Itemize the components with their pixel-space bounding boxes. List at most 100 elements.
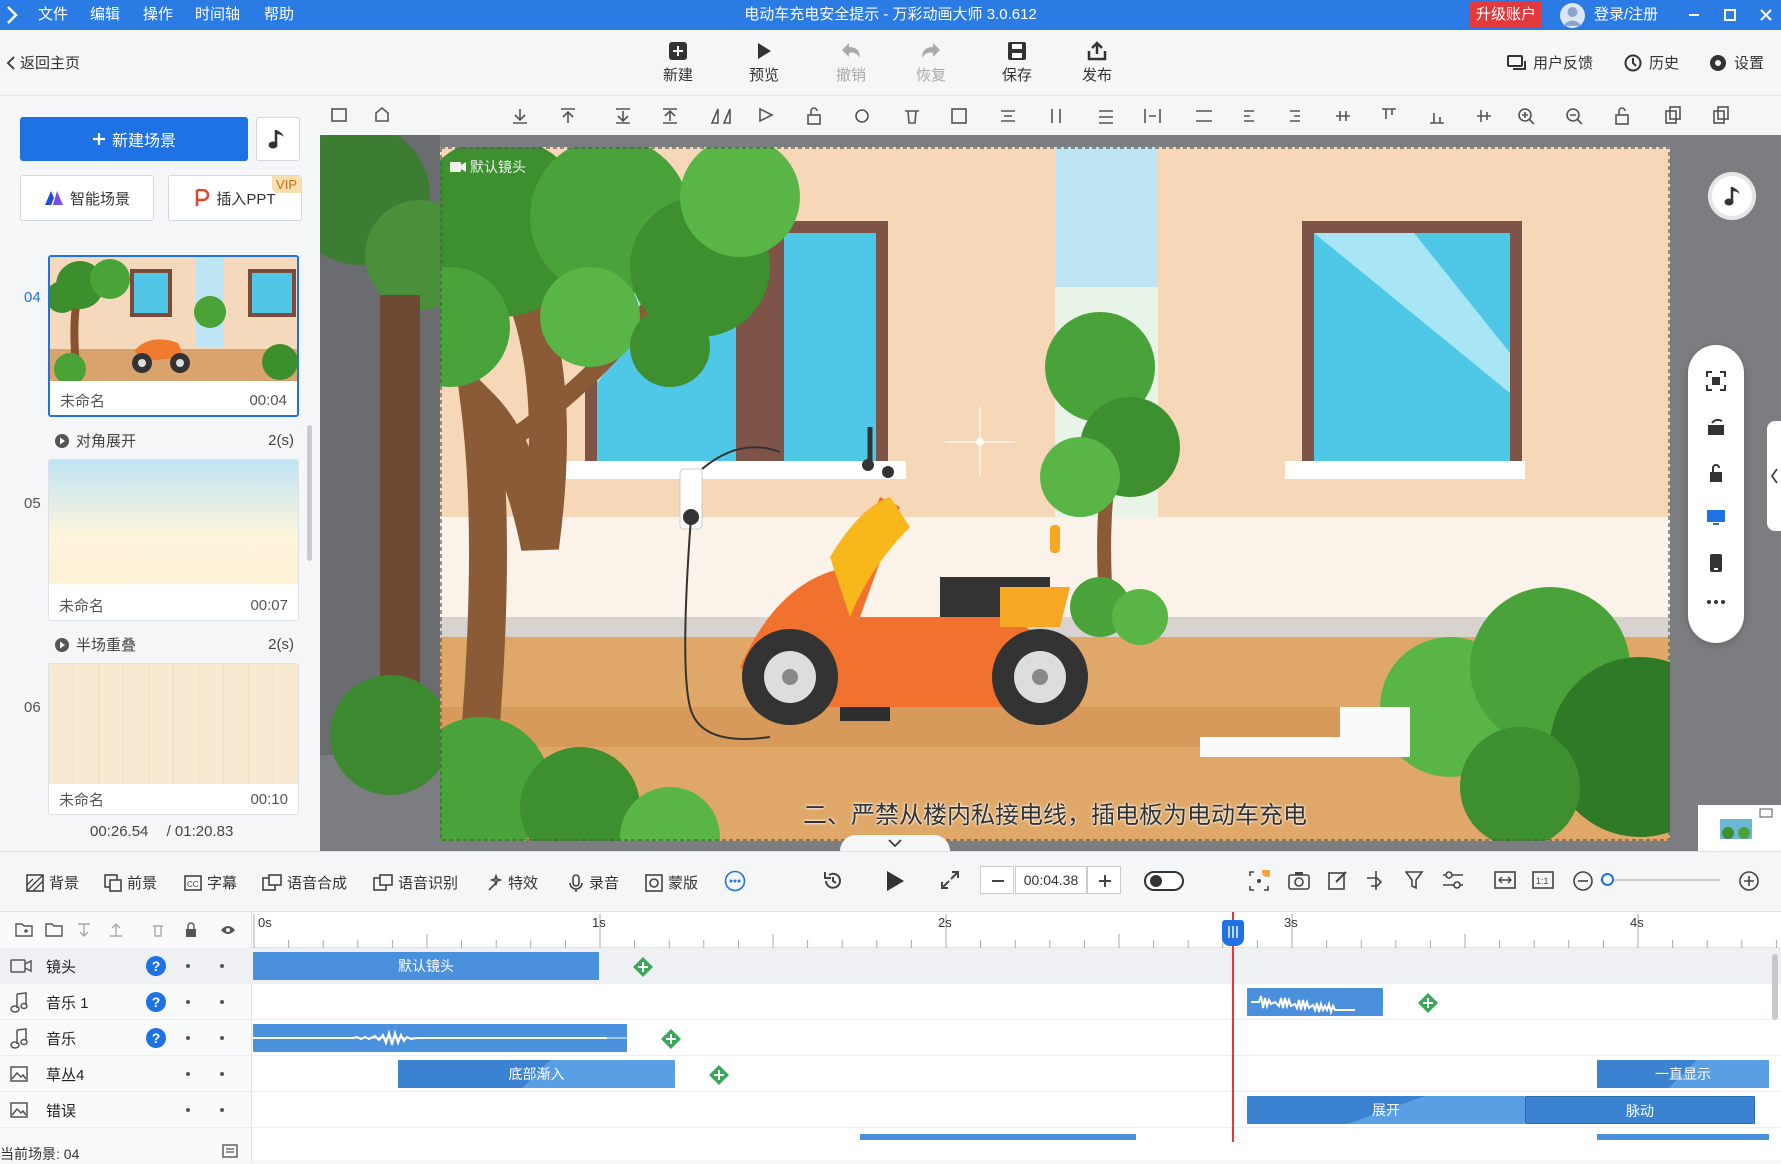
scene-subtitle[interactable]: 二、严禁从楼内私接电线，插电板为电动车充电 xyxy=(440,795,1670,830)
minimize-button[interactable] xyxy=(1676,0,1712,30)
zoom-slider[interactable] xyxy=(1600,879,1720,881)
track-row-music[interactable]: 音乐 ? xyxy=(0,1020,1781,1056)
timeline-clip-partial[interactable] xyxy=(860,1134,1136,1140)
menu-timeline[interactable]: 时间轴 xyxy=(195,0,240,30)
undo-button[interactable]: 撤销 xyxy=(823,38,879,85)
rotate-icon[interactable] xyxy=(1706,417,1726,437)
track-dot[interactable] xyxy=(186,1036,190,1040)
zoom-slider-handle[interactable] xyxy=(1601,873,1614,886)
grouping-icon[interactable] xyxy=(1248,870,1270,892)
foreground-button[interactable]: 前景 xyxy=(104,872,157,893)
new-button[interactable]: 新建 xyxy=(650,38,706,85)
timeline-clip[interactable]: 底部渐入 xyxy=(398,1060,675,1088)
insert-ppt-button[interactable]: 插入PPT VIP xyxy=(168,175,302,221)
track-row-grass4[interactable]: 草丛4 底部渐入 一直显示 xyxy=(0,1056,1781,1092)
scene-stage[interactable]: 默认镜头 二、严禁从楼内私接电线，插电板为电动车充电 xyxy=(440,147,1670,841)
time-decrease-button[interactable] xyxy=(980,866,1014,894)
more-icon[interactable] xyxy=(1706,599,1726,605)
track-dot[interactable] xyxy=(220,1108,224,1112)
menu-edit[interactable]: 编辑 xyxy=(90,0,120,30)
replay-icon[interactable] xyxy=(822,870,844,892)
menu-file[interactable]: 文件 xyxy=(38,0,68,30)
zoom-out-icon[interactable] xyxy=(1572,870,1594,892)
track-dot[interactable] xyxy=(220,964,224,968)
smart-scene-button[interactable]: 智能场景 xyxy=(20,175,154,221)
track-dot[interactable] xyxy=(186,1108,190,1112)
help-icon[interactable]: ? xyxy=(146,956,166,976)
background-music-button[interactable] xyxy=(1708,172,1756,220)
login-register-link[interactable]: 登录/注册 xyxy=(1594,0,1658,30)
timeline-clip-partial[interactable] xyxy=(1597,1134,1769,1140)
lock-icon[interactable] xyxy=(1706,463,1726,483)
track-row-camera[interactable]: 镜头 ? 默认镜头 xyxy=(0,948,1781,984)
collapse-timeline-button[interactable] xyxy=(840,835,950,851)
audio-clip[interactable] xyxy=(253,1024,627,1052)
track-dot[interactable] xyxy=(220,1000,224,1004)
new-scene-button[interactable]: 新建场景 xyxy=(20,117,248,161)
fit-screen-icon[interactable] xyxy=(1706,371,1726,391)
menu-operate[interactable]: 操作 xyxy=(143,0,173,30)
add-keyframe-icon[interactable] xyxy=(1417,992,1439,1014)
scene-card-05[interactable]: 未命名 00:07 xyxy=(48,459,299,621)
timeline-clip[interactable]: 默认镜头 xyxy=(253,952,599,980)
add-keyframe-icon[interactable] xyxy=(708,1064,730,1086)
scene-card-06[interactable]: 未命名 00:10 xyxy=(48,663,299,815)
timeline-scrollbar[interactable] xyxy=(1772,954,1778,1020)
record-button[interactable]: 录音 xyxy=(568,872,619,893)
add-keyframe-icon[interactable] xyxy=(632,956,654,978)
current-time-field[interactable]: 00:04.38 xyxy=(1015,866,1087,894)
help-icon[interactable]: ? xyxy=(146,992,166,1012)
screenshot-icon[interactable] xyxy=(1288,870,1310,890)
track-dot[interactable] xyxy=(220,1036,224,1040)
sliders-icon[interactable] xyxy=(1442,870,1464,890)
track-dot[interactable] xyxy=(220,1072,224,1076)
scene-list-scrollbar[interactable] xyxy=(307,425,312,561)
actual-size-icon[interactable]: 1:1 xyxy=(1532,870,1554,890)
preview-button[interactable]: 预览 xyxy=(736,38,792,85)
history-button[interactable]: 历史 xyxy=(1623,52,1679,73)
timeline-ruler[interactable]: 0s 1s 2s 3s 4s xyxy=(252,912,1781,948)
transition-item[interactable]: 对角展开 2(s) xyxy=(54,430,294,451)
upgrade-account-button[interactable]: 升级账户 xyxy=(1470,2,1543,28)
save-button[interactable]: 保存 xyxy=(989,38,1045,85)
back-home-button[interactable]: 返回主页 xyxy=(6,52,80,73)
toggle-switch[interactable] xyxy=(1144,870,1184,892)
playhead-handle[interactable] xyxy=(1222,920,1244,946)
zoom-in-icon[interactable] xyxy=(1738,870,1760,892)
track-row-error[interactable]: 错误 展开 脉动 xyxy=(0,1092,1781,1128)
mini-preview[interactable] xyxy=(1698,805,1781,851)
effects-button[interactable]: 特效 xyxy=(485,872,538,893)
timeline-clip[interactable]: 展开 xyxy=(1247,1096,1525,1124)
audio-clip[interactable] xyxy=(1247,988,1383,1016)
fit-width-icon[interactable] xyxy=(1494,870,1516,890)
publish-button[interactable]: 发布 xyxy=(1069,38,1125,85)
timeline-clip[interactable]: 脉动 xyxy=(1525,1096,1755,1124)
path-icon[interactable] xyxy=(1365,870,1387,890)
menu-help[interactable]: 帮助 xyxy=(264,0,294,30)
settings-button[interactable]: 设置 xyxy=(1708,52,1764,73)
close-button[interactable] xyxy=(1748,0,1781,30)
collapse-right-panel-button[interactable] xyxy=(1767,421,1781,531)
portrait-screen-icon[interactable] xyxy=(1706,553,1726,573)
track-row-music-1[interactable]: 音乐 1 ? xyxy=(0,984,1781,1020)
background-button[interactable]: 背景 xyxy=(26,872,79,893)
add-keyframe-icon[interactable] xyxy=(660,1028,682,1050)
subtitle-button[interactable]: CC 字幕 xyxy=(184,872,237,893)
speech-recognition-button[interactable]: 语音识别 xyxy=(373,872,458,893)
transition-item[interactable]: 半场重叠 2(s) xyxy=(54,634,294,655)
timeline-clip[interactable]: 一直显示 xyxy=(1597,1060,1769,1088)
help-icon[interactable]: ? xyxy=(146,1028,166,1048)
landscape-screen-icon[interactable] xyxy=(1706,507,1726,527)
scene-list-icon[interactable] xyxy=(222,1144,238,1158)
edit-icon[interactable] xyxy=(1328,870,1348,890)
speech-synthesis-button[interactable]: 语音合成 xyxy=(262,872,347,893)
canvas-area[interactable]: 默认镜头 二、严禁从楼内私接电线，插电板为电动车充电 xyxy=(320,135,1781,851)
time-increase-button[interactable] xyxy=(1087,866,1121,894)
scene-card-04[interactable]: 未命名 00:04 xyxy=(48,255,299,417)
play-button[interactable] xyxy=(884,869,906,893)
avatar[interactable] xyxy=(1560,3,1585,28)
user-feedback-button[interactable]: 用户反馈 xyxy=(1507,52,1593,73)
track-dot[interactable] xyxy=(186,1072,190,1076)
scene-music-button[interactable] xyxy=(256,117,300,161)
track-dot[interactable] xyxy=(186,1000,190,1004)
